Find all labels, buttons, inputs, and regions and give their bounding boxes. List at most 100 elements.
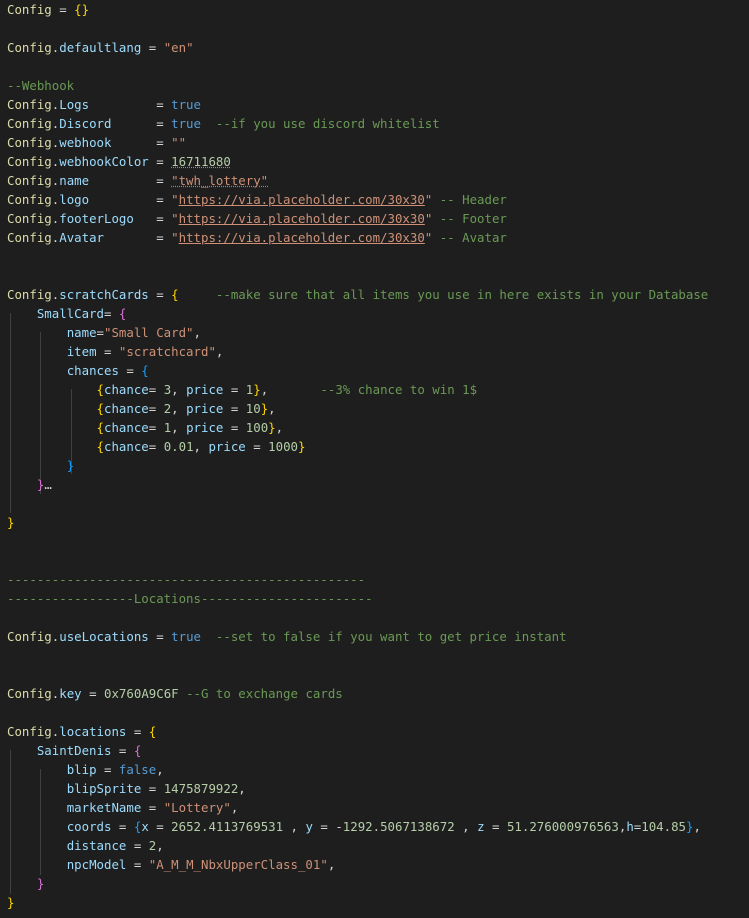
code-token: webhookColor [59, 154, 149, 169]
code-token: { [96, 439, 104, 454]
code-token: = [96, 344, 119, 359]
code-token: -- Header [432, 192, 507, 207]
code-line[interactable]: name="Small Card", [7, 323, 201, 342]
code-token: true [171, 97, 201, 112]
code-line[interactable]: SmallCard= { [7, 304, 127, 323]
code-token: } [298, 439, 306, 454]
code-token: locations [59, 724, 127, 739]
code-token: = [111, 135, 172, 150]
code-line[interactable]: } [7, 456, 74, 475]
code-line[interactable]: Config = {} [7, 0, 89, 19]
code-line[interactable]: ----------------------------------------… [7, 570, 365, 589]
code-token: "Lottery" [163, 800, 231, 815]
code-token: distance [66, 838, 127, 853]
code-token: https://via.placeholder.com/30x30 [178, 192, 425, 207]
code-line[interactable]: npcModel = "A_M_M_NbxUpperClass_01", [7, 855, 336, 874]
code-line[interactable]: Config.defaultlang = "en" [7, 38, 194, 57]
code-line[interactable]: item = "scratchcard", [7, 342, 224, 361]
code-line[interactable]: --Webhook [7, 76, 74, 95]
code-line[interactable]: coords = {x = 2652.4113769531 , y = -129… [7, 817, 701, 836]
code-line[interactable]: marketName = "Lottery", [7, 798, 239, 817]
code-line[interactable]: Config.scratchCards = { --make sure that… [7, 285, 708, 304]
code-token: , [275, 420, 284, 435]
code-token: = [148, 382, 164, 397]
code-editor[interactable]: Config = {} Config.defaultlang = "en" --We… [0, 0, 749, 918]
code-line[interactable]: {chance= 2, price = 10}, [7, 399, 276, 418]
code-token: = [103, 306, 119, 321]
code-line[interactable]: Config.logo = "https://via.placeholder.c… [7, 190, 507, 209]
code-line[interactable]: {chance= 1, price = 100}, [7, 418, 284, 437]
code-token: } [253, 382, 261, 397]
code-token: --3% chance to win 1$ [268, 382, 478, 397]
code-line[interactable]: } [7, 893, 14, 912]
code-token: 104.85 [641, 819, 687, 834]
code-line[interactable]: Config.Discord = true --if you use disco… [7, 114, 440, 133]
code-token: , [230, 800, 239, 815]
code-token: blipSprite [66, 781, 142, 796]
code-line[interactable]: blipSprite = 1475879922, [7, 779, 246, 798]
code-token: Config [7, 211, 52, 226]
code-token: true [171, 629, 201, 644]
code-token: = [126, 838, 149, 853]
code-token: { [96, 401, 104, 416]
code-token: scratchCards [59, 287, 149, 302]
code-token: { [96, 382, 104, 397]
code-token: price [186, 420, 224, 435]
code-line[interactable]: } [7, 513, 14, 532]
code-token: Avatar [59, 230, 104, 245]
code-token: = [118, 363, 142, 378]
code-token: Config [7, 40, 52, 55]
code-line[interactable]: Config.webhook = "" [7, 133, 186, 152]
code-token: , [268, 401, 276, 416]
code-line[interactable]: -----------------Locations--------------… [7, 589, 373, 608]
code-token: Config [7, 116, 52, 131]
code-line[interactable]: SaintDenis = { [7, 741, 141, 760]
code-line[interactable]: Config.useLocations = true --set to fals… [7, 627, 567, 646]
code-token: y [305, 819, 313, 834]
code-token: { [133, 743, 142, 758]
code-line[interactable]: Config.name = "twh_lottery" [7, 171, 268, 190]
code-line[interactable]: distance = 2, [7, 836, 164, 855]
code-token: " [171, 192, 179, 207]
code-token: = [141, 40, 164, 55]
code-token: 1000 [268, 439, 298, 454]
code-line[interactable]: Config.webhookColor = 16711680 [7, 152, 231, 171]
code-line[interactable]: Config.Avatar = "https://via.placeholder… [7, 228, 507, 247]
code-token: 0.01 [163, 439, 194, 454]
code-line[interactable]: chances = { [7, 361, 149, 380]
code-token: --if you use discord whitelist [200, 116, 440, 131]
code-line[interactable]: Config.key = 0x760A9C6F --G to exchange … [7, 684, 343, 703]
code-token: Config [7, 173, 52, 188]
code-line[interactable]: {chance= 0.01, price = 1000} [7, 437, 306, 456]
code-line[interactable]: }… [7, 475, 52, 494]
code-token: 2652.4113769531 [171, 819, 284, 834]
code-line[interactable]: } [7, 874, 44, 893]
code-token: , [454, 819, 478, 834]
code-token: chance [104, 401, 149, 416]
code-line[interactable]: blip = false, [7, 760, 164, 779]
code-token: = [111, 743, 134, 758]
code-token: = [223, 420, 246, 435]
code-token: , [156, 762, 164, 777]
code-line[interactable]: {chance= 3, price = 1}, --3% chance to w… [7, 380, 478, 399]
code-token: Config [7, 135, 52, 150]
code-token: 16711680 [171, 154, 231, 169]
code-line[interactable]: Config.locations = { [7, 722, 156, 741]
code-line[interactable]: Config.footerLogo = "https://via.placeho… [7, 209, 507, 228]
code-token: = [148, 629, 172, 644]
code-token: item [66, 344, 97, 359]
code-token: logo [59, 192, 90, 207]
code-token: , [693, 819, 701, 834]
code-token: chance [104, 420, 149, 435]
code-token: defaultlang [59, 40, 142, 55]
code-token: https://via.placeholder.com/30x30 [178, 211, 425, 226]
code-line[interactable]: Config.Logs = true [7, 95, 201, 114]
